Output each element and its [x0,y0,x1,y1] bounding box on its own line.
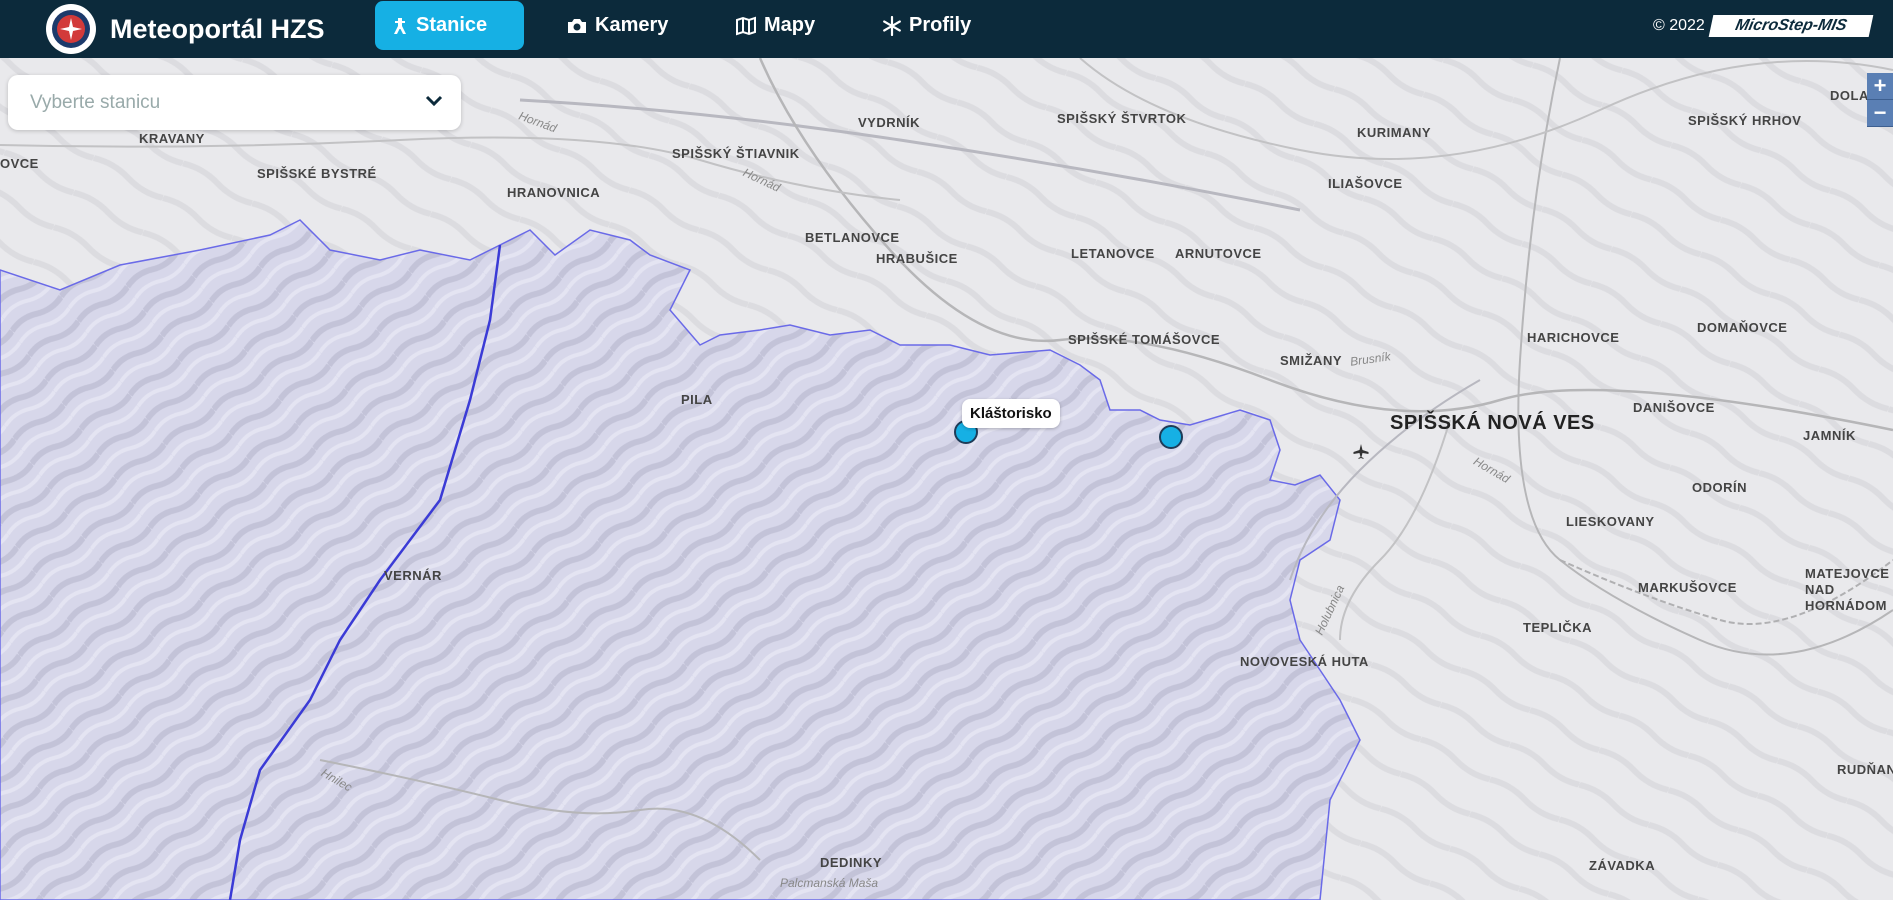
place-label: MARKUŠOVCE [1638,580,1737,595]
place-label: VERNÁR [384,568,442,583]
place-label: OVCE [0,156,39,171]
zoom-control: + − [1867,73,1893,127]
place-label: JAMNÍK [1803,428,1856,443]
hzs-logo-icon [46,4,96,54]
tab-kamery-label: Kamery [595,14,669,36]
place-label: SPIŠSKÝ ŠTIAVNIK [672,146,800,161]
copyright-text: © 2022 [1653,17,1705,34]
map-canvas[interactable]: OVCE KRAVANY SPIŠSKÉ BYSTRÉ HRANOVNICA S… [0,58,1893,900]
place-label: LIESKOVANY [1566,514,1655,529]
top-navbar: Meteoportál HZS Stanice Kamery Mapy Prof… [0,0,1893,58]
airport-icon [1353,444,1369,459]
tower-icon [394,17,406,34]
map-base-layer [0,58,1893,900]
place-label: SPIŠSKÝ HRHOV [1688,113,1802,128]
app-title: Meteoportál HZS [110,13,325,44]
tab-mapy[interactable]: Mapy [719,1,831,50]
place-label: DEDINKY [820,855,883,870]
place-label: HRABUŠICE [876,251,958,266]
station-select-placeholder: Vyberte stanicu [30,92,161,113]
camera-icon [568,18,586,33]
station-select[interactable]: Vyberte stanicu [8,75,461,130]
place-label: HRANOVNICA [507,185,601,200]
place-label: SPIŠSKÉ BYSTRÉ [257,166,377,181]
chevron-down-icon [425,95,443,107]
place-label: ARNUTOVCE [1175,246,1262,261]
place-label: RUDŇANY [1837,762,1893,777]
place-label: PILA [681,392,713,407]
place-label: SMIŽANY [1280,353,1342,368]
place-label: KRAVANY [139,131,205,146]
zoom-in-button[interactable]: + [1867,73,1893,100]
tab-profily[interactable]: Profily [866,1,987,50]
tab-kamery[interactable]: Kamery [550,1,684,50]
brand[interactable]: Meteoportál HZS [46,2,325,56]
place-label: ODORÍN [1692,480,1747,495]
zoom-out-button[interactable]: − [1867,100,1893,127]
place-label: SPIŠSKÉ TOMÁŠOVCE [1068,332,1221,347]
tab-mapy-label: Mapy [764,14,816,36]
place-label: Palcmanská Maša [780,876,879,890]
tab-stanice-label: Stanice [416,14,488,36]
place-label: TEPLIČKA [1523,620,1592,635]
place-label: LETANOVCE [1071,246,1155,261]
tab-profily-label: Profily [909,14,972,36]
place-label: MATEJOVCE NAD HORNÁDOM [1805,566,1890,613]
microstep-logo-text: MicroStep-MIS [1733,17,1849,34]
place-label: VYDRNÍK [858,115,921,130]
tab-stanice[interactable]: Stanice [375,1,524,50]
place-label: DANIŠOVCE [1633,400,1715,415]
station-tooltip: Kláštorisko [962,399,1060,428]
map-icon [736,16,756,35]
station-marker[interactable] [1159,425,1183,449]
place-label: HARICHOVCE [1527,330,1620,345]
place-label: NOVOVESKÁ HUTA [1240,654,1369,669]
microstep-logo[interactable]: MicroStep-MIS [1708,15,1874,37]
place-label: DOMAŇOVCE [1697,320,1788,335]
place-label: KURIMANY [1357,125,1432,140]
city-label: SPIŠSKÁ NOVÁ VES [1390,412,1595,434]
place-label: SPIŠSKÝ ŠTVRTOK [1057,111,1187,126]
place-label: ZÁVADKA [1589,858,1656,873]
place-label: ILIAŠOVCE [1328,176,1403,191]
snowflake-icon [883,15,901,36]
place-label: BETLANOVCE [805,230,900,245]
